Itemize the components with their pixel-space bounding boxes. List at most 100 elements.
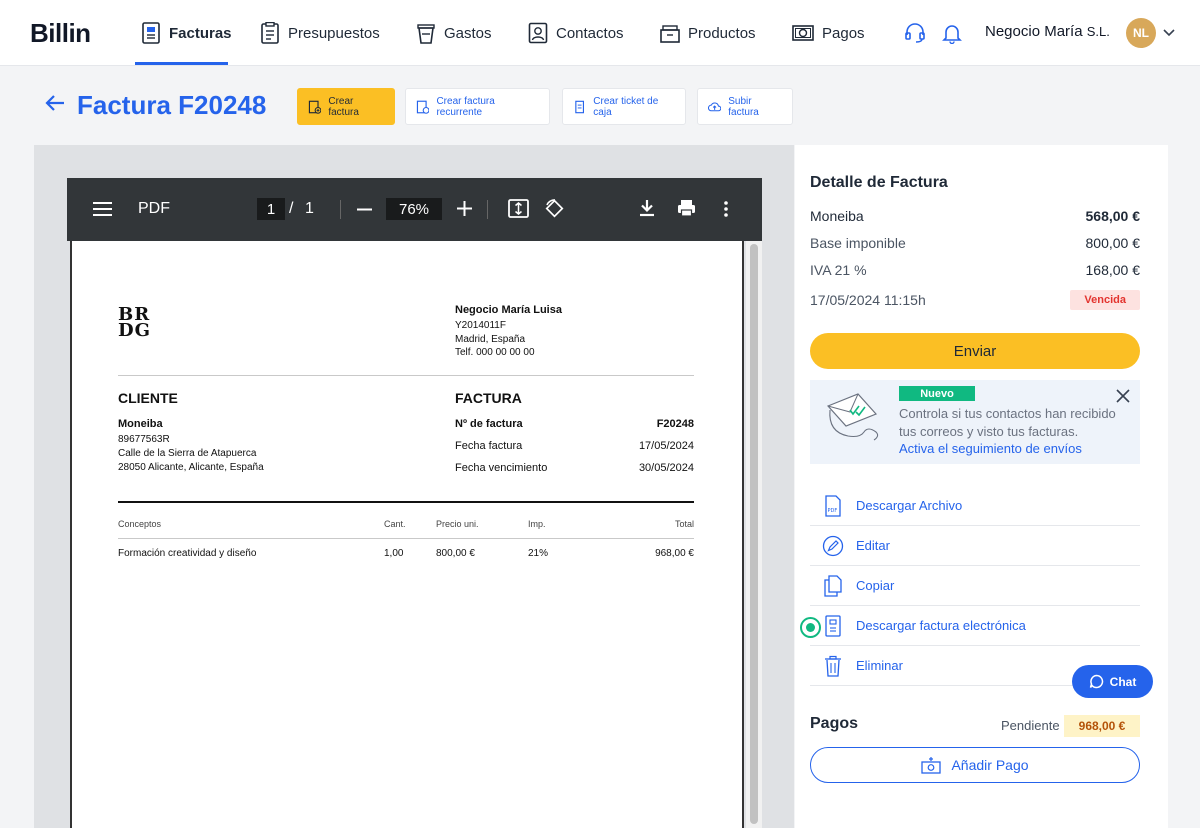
pdf-page bbox=[70, 241, 744, 828]
client-name: Moneiba bbox=[118, 418, 163, 430]
nav-item-contactos[interactable]: Contactos bbox=[528, 0, 624, 66]
page-title: Factura F20248 bbox=[77, 90, 267, 120]
action-label: Editar bbox=[856, 538, 890, 553]
recurring-invoice-icon bbox=[416, 100, 430, 114]
due-date: 30/05/2024 bbox=[638, 462, 694, 474]
invoice-heading: FACTURA bbox=[455, 390, 522, 406]
table-header: Total bbox=[674, 519, 694, 529]
table-header: Cant. bbox=[384, 519, 406, 529]
print-icon[interactable] bbox=[677, 199, 696, 217]
invoice-icon bbox=[142, 22, 160, 44]
active-tab-indicator bbox=[135, 62, 228, 65]
back-arrow-icon[interactable] bbox=[44, 92, 66, 114]
payment-icon bbox=[792, 25, 814, 41]
divider bbox=[118, 375, 694, 376]
logo-line: DG bbox=[118, 320, 151, 341]
enviar-button[interactable]: Enviar bbox=[810, 333, 1140, 369]
detail-client-row: Moneiba 568,00 € bbox=[810, 208, 1140, 224]
nav-item-productos[interactable]: Productos bbox=[660, 0, 756, 66]
page-separator: / bbox=[289, 200, 294, 217]
divider bbox=[118, 538, 694, 539]
table-header: Imp. bbox=[528, 519, 546, 529]
zoom-in-icon[interactable] bbox=[457, 201, 472, 216]
nav-item-presupuestos[interactable]: Presupuestos bbox=[260, 0, 380, 66]
detail-iva-row: IVA 21 % 168,00 € bbox=[810, 262, 1140, 278]
highlight-indicator bbox=[800, 617, 821, 638]
crear-factura-button[interactable]: Crear factura bbox=[297, 88, 395, 125]
button-label: Crear factura recurrente bbox=[436, 95, 495, 118]
cup-icon bbox=[417, 24, 435, 44]
budget-icon bbox=[261, 22, 279, 44]
zoom-level-input[interactable]: 76% bbox=[386, 198, 442, 220]
button-label: Crear ticket de caja bbox=[593, 95, 659, 118]
more-options-icon[interactable] bbox=[723, 200, 729, 218]
download-icon[interactable] bbox=[639, 199, 655, 217]
base-amount: 800,00 € bbox=[1085, 235, 1141, 251]
invoice-date: 17/05/2024 bbox=[638, 440, 694, 452]
activate-tracking-link[interactable]: Activa el seguimiento de envíos bbox=[899, 441, 1082, 456]
subir-factura-button[interactable]: Subir factura bbox=[697, 88, 793, 125]
add-payment-button[interactable]: Añadir Pago bbox=[810, 747, 1140, 783]
issuer-city: Madrid, España bbox=[455, 334, 526, 345]
pdf-scrollbar-thumb[interactable] bbox=[750, 244, 758, 824]
pdf-toolbar: PDF 1 / 1 76% bbox=[67, 178, 762, 241]
company-name[interactable]: Negocio María S.L. bbox=[985, 23, 1110, 40]
trash-icon bbox=[825, 655, 841, 677]
nav-label: Productos bbox=[688, 24, 756, 42]
download-einvoice-action[interactable]: Descargar factura electrónica bbox=[810, 606, 1140, 646]
line-total: 968,00 € bbox=[655, 548, 694, 559]
billin-logo[interactable]: Billin bbox=[30, 18, 91, 49]
iva-amount: 168,00 € bbox=[1085, 262, 1141, 278]
divider bbox=[340, 200, 341, 219]
pdf-label: PDF bbox=[138, 200, 170, 217]
menu-icon[interactable] bbox=[93, 201, 112, 217]
invoice-number: F20248 bbox=[656, 418, 694, 430]
company-label: Negocio María bbox=[985, 23, 1083, 40]
edit-action[interactable]: Editar bbox=[810, 526, 1140, 566]
invoice-number-label: Nº de factura bbox=[455, 418, 523, 430]
e-invoice-icon bbox=[825, 614, 841, 637]
copy-icon bbox=[824, 574, 842, 597]
issuer-name: Negocio María Luisa bbox=[455, 304, 562, 316]
close-icon[interactable] bbox=[1115, 388, 1131, 404]
receipt-icon bbox=[575, 100, 585, 113]
nav-item-gastos[interactable]: Gastos bbox=[416, 0, 492, 66]
crear-ticket-button[interactable]: Crear ticket de caja bbox=[562, 88, 686, 125]
contact-icon bbox=[528, 22, 548, 44]
button-label: Subir factura bbox=[728, 95, 759, 118]
bell-icon[interactable] bbox=[941, 22, 963, 44]
issuer-phone: Telf. 000 00 00 00 bbox=[455, 347, 535, 358]
issuer-nif: Y2014011F bbox=[455, 320, 506, 331]
due-date-label: Fecha vencimiento bbox=[455, 462, 548, 474]
chat-label: Chat bbox=[1109, 674, 1137, 689]
crear-factura-recurrente-button[interactable]: Crear factura recurrente bbox=[405, 88, 550, 125]
nav-item-facturas[interactable]: Facturas bbox=[141, 0, 232, 66]
fit-page-icon[interactable] bbox=[508, 199, 529, 218]
invoice-datetime: 17/05/2024 11:15h bbox=[810, 292, 926, 308]
rotate-icon[interactable] bbox=[544, 198, 565, 219]
copy-action[interactable]: Copiar bbox=[810, 566, 1140, 606]
button-label: Crear factura bbox=[328, 95, 359, 118]
nav-label: Gastos bbox=[444, 24, 492, 42]
detail-base-row: Base imponible 800,00 € bbox=[810, 235, 1140, 251]
detail-title: Detalle de Factura bbox=[810, 174, 948, 191]
detail-date-row: 17/05/2024 11:15h Vencida bbox=[810, 290, 1140, 310]
promo-description: Controla si tus contactos han recibido t… bbox=[899, 406, 1116, 439]
avatar[interactable]: NL bbox=[1126, 18, 1156, 48]
zoom-out-icon[interactable] bbox=[357, 208, 372, 211]
line-concept: Formación creatividad y diseño bbox=[118, 548, 257, 559]
headset-icon[interactable] bbox=[904, 22, 926, 44]
chat-bubble-icon bbox=[1089, 674, 1103, 689]
status-badge: Vencida bbox=[1070, 290, 1140, 310]
client-city: 28050 Alicante, Alicante, España bbox=[118, 462, 264, 473]
chevron-down-icon[interactable] bbox=[1162, 26, 1176, 40]
pencil-icon bbox=[822, 535, 844, 556]
download-file-action[interactable]: PDF Descargar Archivo bbox=[810, 486, 1140, 526]
add-payment-label: Añadir Pago bbox=[951, 757, 1029, 773]
chat-button[interactable]: Chat bbox=[1072, 665, 1153, 698]
client-name: Moneiba bbox=[810, 208, 864, 224]
nav-item-pagos[interactable]: Pagos bbox=[792, 0, 865, 66]
box-icon bbox=[660, 25, 680, 43]
page-number-input[interactable]: 1 bbox=[257, 198, 285, 220]
table-header: Precio uni. bbox=[436, 519, 479, 529]
